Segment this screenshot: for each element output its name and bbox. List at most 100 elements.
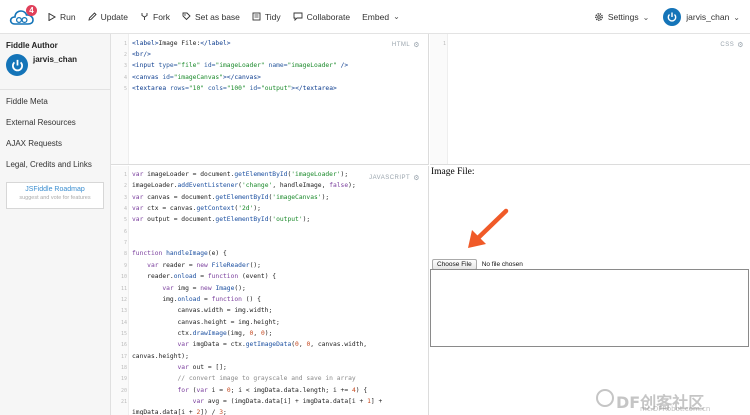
css-label-text: CSS: [720, 42, 735, 48]
jsfiddle-logo[interactable]: 4: [4, 0, 40, 34]
line-number: 3: [123, 194, 127, 201]
run-button[interactable]: Run: [48, 12, 76, 22]
code-line: <label>Image File:</label>: [132, 40, 231, 47]
code-line: var output = document.getElementById('ou…: [132, 216, 311, 224]
code-line: imgData.data[i + 2]) / 3;: [132, 409, 227, 415]
update-button[interactable]: Update: [87, 11, 129, 22]
toolbar-right: Settings ⌄ jarvis_chan ⌄: [594, 0, 750, 34]
sidebar-item-fiddle-meta[interactable]: Fiddle Meta: [6, 97, 48, 106]
line-number: 4: [123, 206, 127, 213]
embed-menu[interactable]: Embed ⌄: [362, 12, 400, 22]
top-toolbar: 4 Run Update Fork Set as base Tidy Colla…: [0, 0, 750, 34]
pencil-icon: [87, 12, 97, 21]
code-line: var canvas = document.getElementById('im…: [132, 193, 330, 201]
line-number: 5: [123, 85, 127, 92]
line-number: 8: [123, 251, 127, 258]
gear-icon: [594, 13, 603, 21]
line-number: 20: [120, 387, 127, 394]
code-line: ctx.drawImage(img, 0, 0);: [132, 329, 273, 337]
roadmap-button[interactable]: JSFiddle Roadmap suggest and vote for fe…: [6, 182, 104, 209]
code-line: var ctx = canvas.getContext('2d');: [132, 205, 261, 213]
output-textarea[interactable]: [430, 269, 749, 347]
roadmap-subtitle: suggest and vote for features: [19, 195, 91, 201]
fork-icon: [141, 13, 148, 20]
line-gutter: 1 2 3 4 5 6 7 8 9 10 11 12 13 14 15 16 17 18 19 20 21: [111, 166, 129, 415]
power-avatar-icon: [667, 12, 677, 22]
no-file-text: No file chosen: [481, 261, 523, 268]
tidy-button[interactable]: Tidy: [252, 12, 281, 22]
tidy-label: Tidy: [264, 11, 281, 22]
line-number: 10: [120, 274, 127, 281]
watermark-url: mc.DFRobot.com.cn: [640, 405, 711, 413]
notification-badge: 4: [26, 4, 37, 16]
collaborate-button[interactable]: Collaborate: [293, 12, 350, 22]
settings-menu[interactable]: Settings ⌄: [594, 12, 649, 22]
run-label: Run: [60, 11, 76, 22]
user-menu[interactable]: jarvis_chan ⌄: [663, 8, 740, 26]
sidebar-item-external-resources[interactable]: External Resources: [6, 118, 76, 127]
gear-icon[interactable]: ⚙: [413, 41, 420, 49]
chevron-down-icon: ⌄: [733, 12, 740, 22]
line-number: 2: [123, 183, 127, 190]
author-avatar[interactable]: [6, 54, 28, 76]
code-line: for (var i = 0; i < imgData.data.length;…: [177, 386, 368, 394]
gear-icon[interactable]: ⚙: [413, 174, 420, 182]
line-number: 12: [120, 296, 127, 303]
set-as-base-button[interactable]: Set as base: [182, 12, 240, 22]
code-line: <br/>: [132, 51, 151, 59]
chevron-down-icon: ⌄: [642, 12, 650, 22]
html-label-text: HTML: [391, 42, 411, 48]
line-number: 1: [123, 172, 127, 178]
line-number: 9: [123, 262, 127, 269]
code-line: var imageLoader = document.getElementByI…: [132, 171, 349, 178]
avatar: [663, 8, 682, 26]
line-number: 21: [120, 399, 127, 405]
line-number: 15: [120, 330, 127, 337]
code-line: canvas.height);: [132, 352, 189, 360]
code-line: var reader = new FileReader();: [147, 261, 261, 269]
line-number: 18: [120, 364, 127, 371]
tag-icon: [182, 12, 191, 21]
code-line: canvas.height = img.height;: [132, 318, 280, 326]
play-icon: [48, 12, 56, 21]
line-gutter: 1 2 3 4 5: [111, 34, 129, 164]
line-number: 17: [120, 353, 127, 360]
sidebar-item-legal[interactable]: Legal, Credits and Links: [6, 160, 92, 169]
author-name[interactable]: jarvis_chan: [33, 55, 77, 64]
line-number: 7: [123, 240, 127, 247]
roadmap-title: JSFiddle Roadmap: [25, 186, 85, 193]
embed-label: Embed: [362, 11, 390, 22]
javascript-editor-panel[interactable]: 1 2 3 4 5 6 7 8 9 10 11 12 13 14 15 16 17 18 19 20 21 var im…: [111, 166, 429, 415]
code-line: // convert image to grayscale and save i…: [132, 375, 356, 383]
update-label: Update: [100, 11, 129, 22]
gear-icon[interactable]: ⚙: [737, 41, 744, 49]
line-number: 11: [120, 285, 127, 292]
username: jarvis_chan: [686, 12, 730, 22]
html-editor-panel[interactable]: 1 2 3 4 5 <label>Image File:</label> <br/> <in…: [111, 34, 429, 165]
image-file-label: Image File:: [431, 167, 475, 177]
javascript-panel-label: JAVASCRIPT ⚙: [367, 174, 420, 182]
code-line: var img = new Image();: [162, 284, 246, 292]
css-editor-panel[interactable]: 1 CSS ⚙: [430, 34, 750, 165]
fork-label: Fork: [153, 11, 171, 22]
line-gutter: 1: [430, 34, 448, 164]
watermark-logo: [596, 389, 614, 407]
code-line: var avg = (imgData.data[i] + imgData.dat…: [192, 398, 383, 405]
fork-button[interactable]: Fork: [140, 12, 170, 22]
line-number: 3: [123, 63, 127, 70]
line-number: 16: [120, 342, 127, 349]
result-panel: Image File: Choose File No file chosen: [430, 166, 750, 415]
sidebar-item-ajax-requests[interactable]: AJAX Requests: [6, 139, 62, 148]
code-line: reader.onload = function (event) {: [132, 273, 277, 281]
line-number: 13: [120, 308, 127, 315]
javascript-label-text: JAVASCRIPT: [369, 175, 411, 181]
code-line: function handleImage(e) {: [132, 250, 227, 258]
code-line: img.onload = function () {: [132, 295, 261, 303]
line-number: 2: [123, 52, 127, 59]
divider: [0, 89, 110, 90]
settings-label: Settings: [607, 12, 639, 22]
code-line: var out = [];: [177, 363, 227, 371]
chevron-down-icon: ⌄: [393, 12, 400, 21]
css-panel-label: CSS ⚙: [720, 41, 744, 49]
line-number: 4: [123, 74, 127, 81]
